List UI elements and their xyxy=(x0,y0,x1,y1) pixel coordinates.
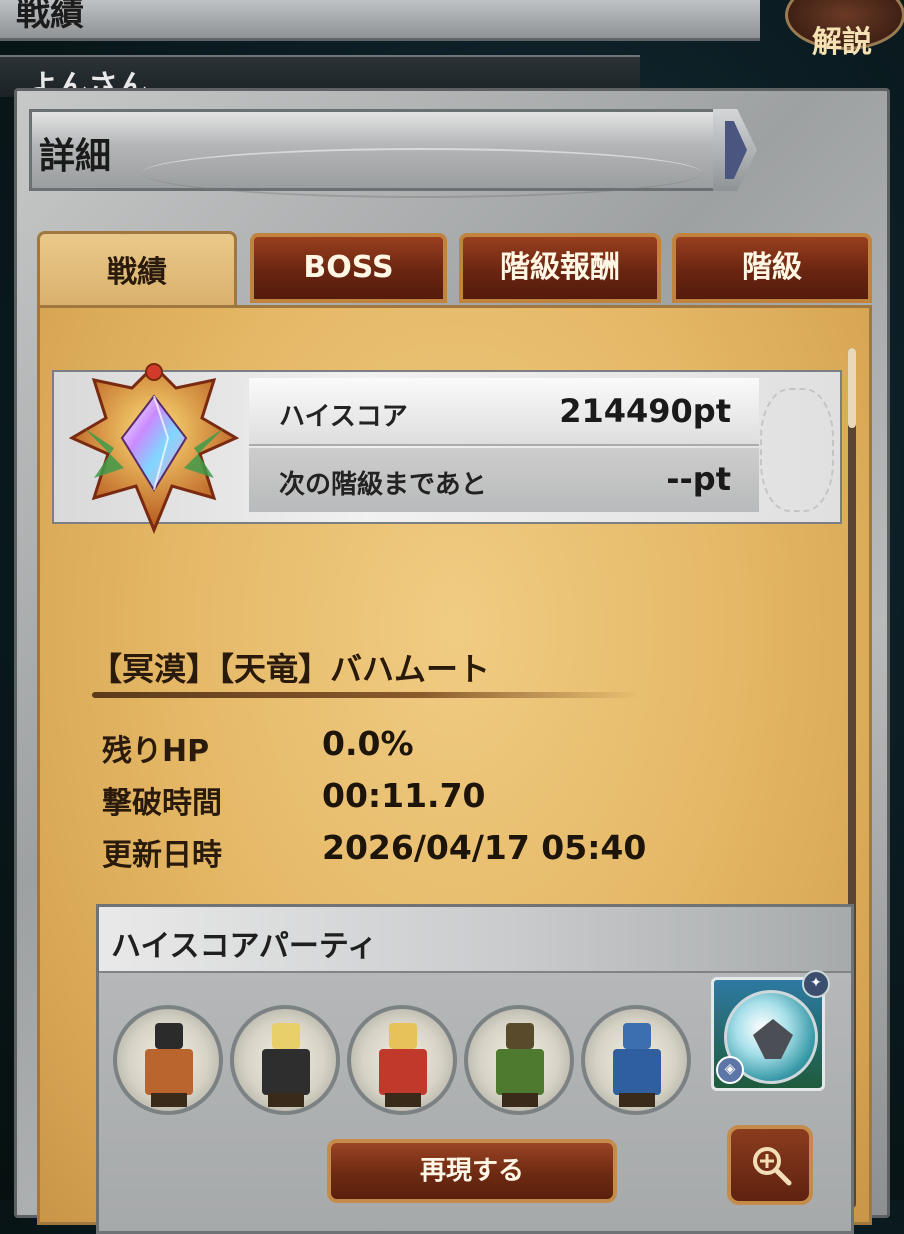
party-title: ハイスコアパーティ xyxy=(111,929,378,964)
tab-record[interactable]: 戦績 xyxy=(37,231,237,309)
character-legs xyxy=(151,1093,187,1107)
help-button[interactable]: 解説 xyxy=(785,0,904,60)
title-ornament xyxy=(142,148,702,198)
highscore-label: ハイスコア xyxy=(279,402,408,432)
character-legs xyxy=(502,1093,538,1107)
summon-card[interactable]: ◈ ✦ xyxy=(711,970,830,1091)
detail-modal: 詳細 戦績 BOSS 階級報酬 階級 ハイスコア 214490pt 次の階級まで… xyxy=(14,88,890,1234)
highscore-value: 214490pt xyxy=(559,392,731,430)
panel-ornament xyxy=(760,388,834,512)
modal-title: 詳細 xyxy=(39,136,112,177)
party-header: ハイスコアパーティ xyxy=(99,907,851,973)
shield-badge-icon: ◈ xyxy=(716,1056,744,1084)
magnify-plus-icon xyxy=(753,1147,792,1186)
next-rank-row: 次の階級まであと --pt xyxy=(249,448,759,512)
boss-name: 【冥漠】【天竜】バハムート xyxy=(90,650,491,688)
defeat-time-value: 00:11.70 xyxy=(322,776,486,815)
replay-button[interactable]: 再現する xyxy=(327,1139,617,1203)
character-outfit xyxy=(613,1049,661,1095)
remaining-hp-value: 0.0% xyxy=(322,724,414,763)
zoom-button[interactable] xyxy=(727,1125,813,1205)
character-hair xyxy=(506,1023,534,1049)
scrollbar-thumb[interactable] xyxy=(848,348,856,428)
boss-name-underline xyxy=(92,692,640,698)
next-rank-value: --pt xyxy=(666,460,731,498)
character-outfit xyxy=(379,1049,427,1095)
character-outfit xyxy=(262,1049,310,1095)
character-outfit xyxy=(145,1049,193,1095)
defeat-time-label: 撃破時間 xyxy=(102,786,222,821)
party-member-1-portrait[interactable] xyxy=(113,1005,223,1115)
character-legs xyxy=(619,1093,655,1107)
party-member-2-portrait[interactable] xyxy=(230,1005,340,1115)
character-hair xyxy=(623,1023,651,1049)
score-panel: ハイスコア 214490pt 次の階級まであと --pt xyxy=(52,363,842,534)
summon-creature-icon xyxy=(753,1019,793,1059)
modal-title-bar xyxy=(29,109,729,198)
help-button-label: 解説 xyxy=(812,25,872,60)
background-header-title: 戦績 xyxy=(16,0,84,34)
character-legs xyxy=(385,1093,421,1107)
party-member-5-portrait[interactable] xyxy=(581,1005,691,1115)
character-hair xyxy=(155,1023,183,1049)
character-outfit xyxy=(496,1049,544,1095)
updated-at-label: 更新日時 xyxy=(102,838,222,873)
highscore-row: ハイスコア 214490pt xyxy=(249,378,759,446)
updated-at-value: 2026/04/17 05:40 xyxy=(322,828,647,867)
character-legs xyxy=(268,1093,304,1107)
background-header: 戦績 xyxy=(0,0,760,41)
tab-rank[interactable]: 階級 xyxy=(672,233,872,303)
character-hair xyxy=(272,1023,300,1049)
highscore-party-panel: ハイスコアパーティ ◈ ✦ 再現する xyxy=(96,904,854,1234)
tab-boss[interactable]: BOSS xyxy=(250,233,447,303)
tab-rank-rewards[interactable]: 階級報酬 xyxy=(459,233,661,303)
record-content: ハイスコア 214490pt 次の階級まであと --pt 【冥漠】【天竜】バハム… xyxy=(37,305,872,1234)
star-badge-icon: ✦ xyxy=(802,970,830,998)
crystal-rank-emblem-icon xyxy=(68,363,240,534)
remaining-hp-label: 残りHP xyxy=(102,734,210,769)
character-hair xyxy=(389,1023,417,1049)
party-member-3-portrait[interactable] xyxy=(347,1005,457,1115)
party-member-4-portrait[interactable] xyxy=(464,1005,574,1115)
next-rank-label: 次の階級まであと xyxy=(279,470,487,500)
